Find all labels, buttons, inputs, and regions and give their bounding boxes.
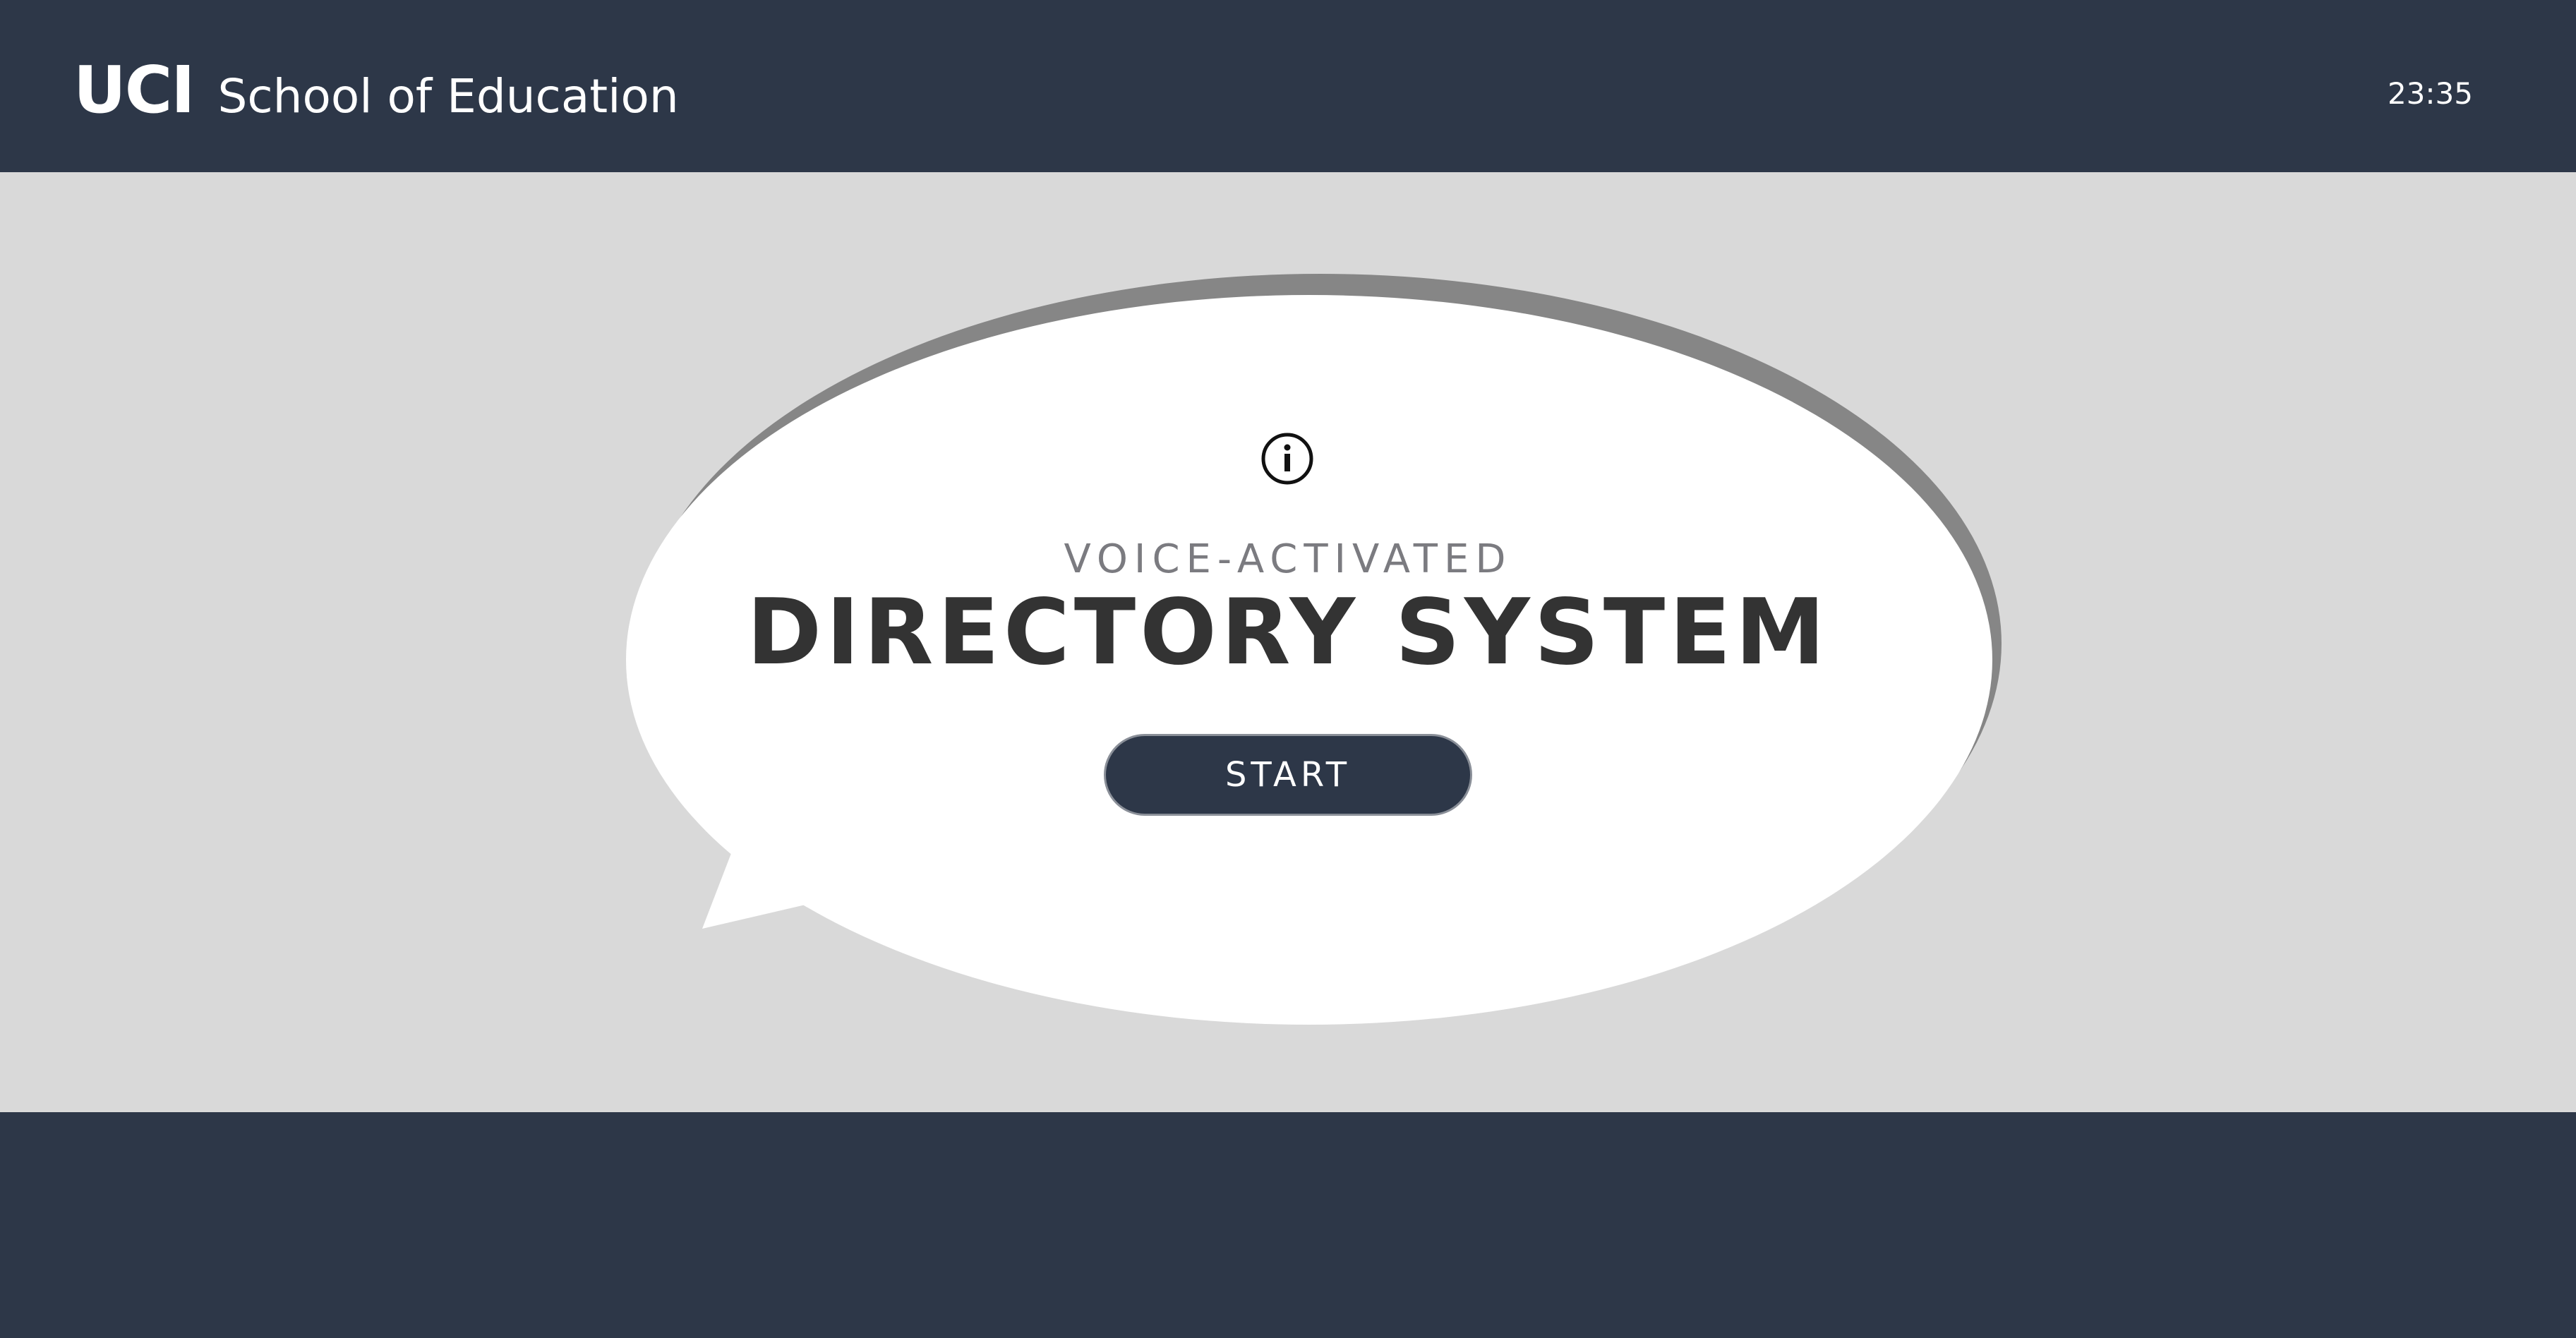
logo-mark: UCI — [73, 52, 195, 128]
bottom-bar — [0, 1112, 2576, 1338]
logo-text: School of Education — [217, 69, 679, 123]
page-title: DIRECTORY SYSTEM — [747, 580, 1829, 685]
clock: 23:35 — [2387, 76, 2473, 111]
top-bar: UCI School of Education 23:35 — [0, 0, 2576, 172]
info-icon[interactable] — [1260, 432, 1314, 486]
start-button[interactable]: START — [1104, 734, 1472, 816]
subtitle: VOICE-ACTIVATED — [1064, 536, 1512, 582]
uci-school-of-education-logo: UCI School of Education — [73, 52, 679, 128]
main-panel: VOICE-ACTIVATED DIRECTORY SYSTEM START — [0, 172, 2576, 1112]
